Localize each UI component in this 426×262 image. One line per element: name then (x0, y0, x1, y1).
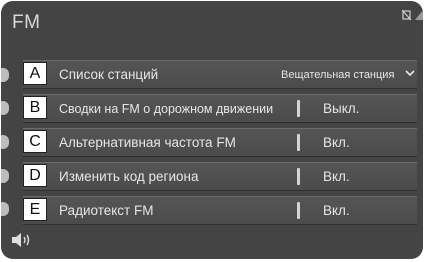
chevron-down-icon (405, 70, 415, 77)
region-code-row[interactable]: Изменить код региона Вкл. (23, 162, 417, 191)
toggle-value: Выкл. (323, 101, 360, 116)
station-list-value: Вещательная станция (281, 69, 395, 81)
row-label: Сводки на FM о дорожном движении (59, 102, 274, 116)
badge-b: B (23, 96, 47, 119)
divider (297, 202, 300, 219)
badge-c: C (23, 130, 47, 153)
signal-icon (415, 10, 423, 20)
page-title: FM (12, 12, 41, 33)
traffic-announcements-row[interactable]: Сводки на FM о дорожном движении Выкл. (23, 94, 417, 123)
divider (297, 134, 300, 151)
speaker-icon[interactable] (10, 232, 36, 248)
edge-tab (1, 169, 9, 183)
edge-tab (1, 202, 9, 216)
divider (297, 168, 300, 185)
toggle-value: Вкл. (323, 169, 350, 184)
row-label: Альтернативная частота FM (59, 135, 236, 150)
divider (297, 100, 300, 117)
toggle-value: Вкл. (323, 203, 350, 218)
station-list-row[interactable]: Список станций Вещательная станция (23, 60, 417, 89)
badge-e: E (23, 198, 47, 221)
toggle-value: Вкл. (323, 135, 350, 150)
badge-a: A (23, 62, 47, 85)
row-label: Изменить код региона (59, 169, 199, 184)
edge-tab (1, 101, 9, 115)
edge-tab (1, 135, 9, 149)
edge-tab (1, 68, 9, 82)
fm-settings-screen: FM Список станций Вещательная станция A … (1, 1, 423, 259)
no-connection-icon (402, 9, 412, 21)
alternative-frequency-row[interactable]: Альтернативная частота FM Вкл. (23, 128, 417, 157)
badge-d: D (23, 164, 47, 187)
row-label: Список станций (59, 67, 159, 82)
radio-text-row[interactable]: Радиотекст FM Вкл. (23, 196, 417, 225)
row-label: Радиотекст FM (59, 203, 154, 218)
